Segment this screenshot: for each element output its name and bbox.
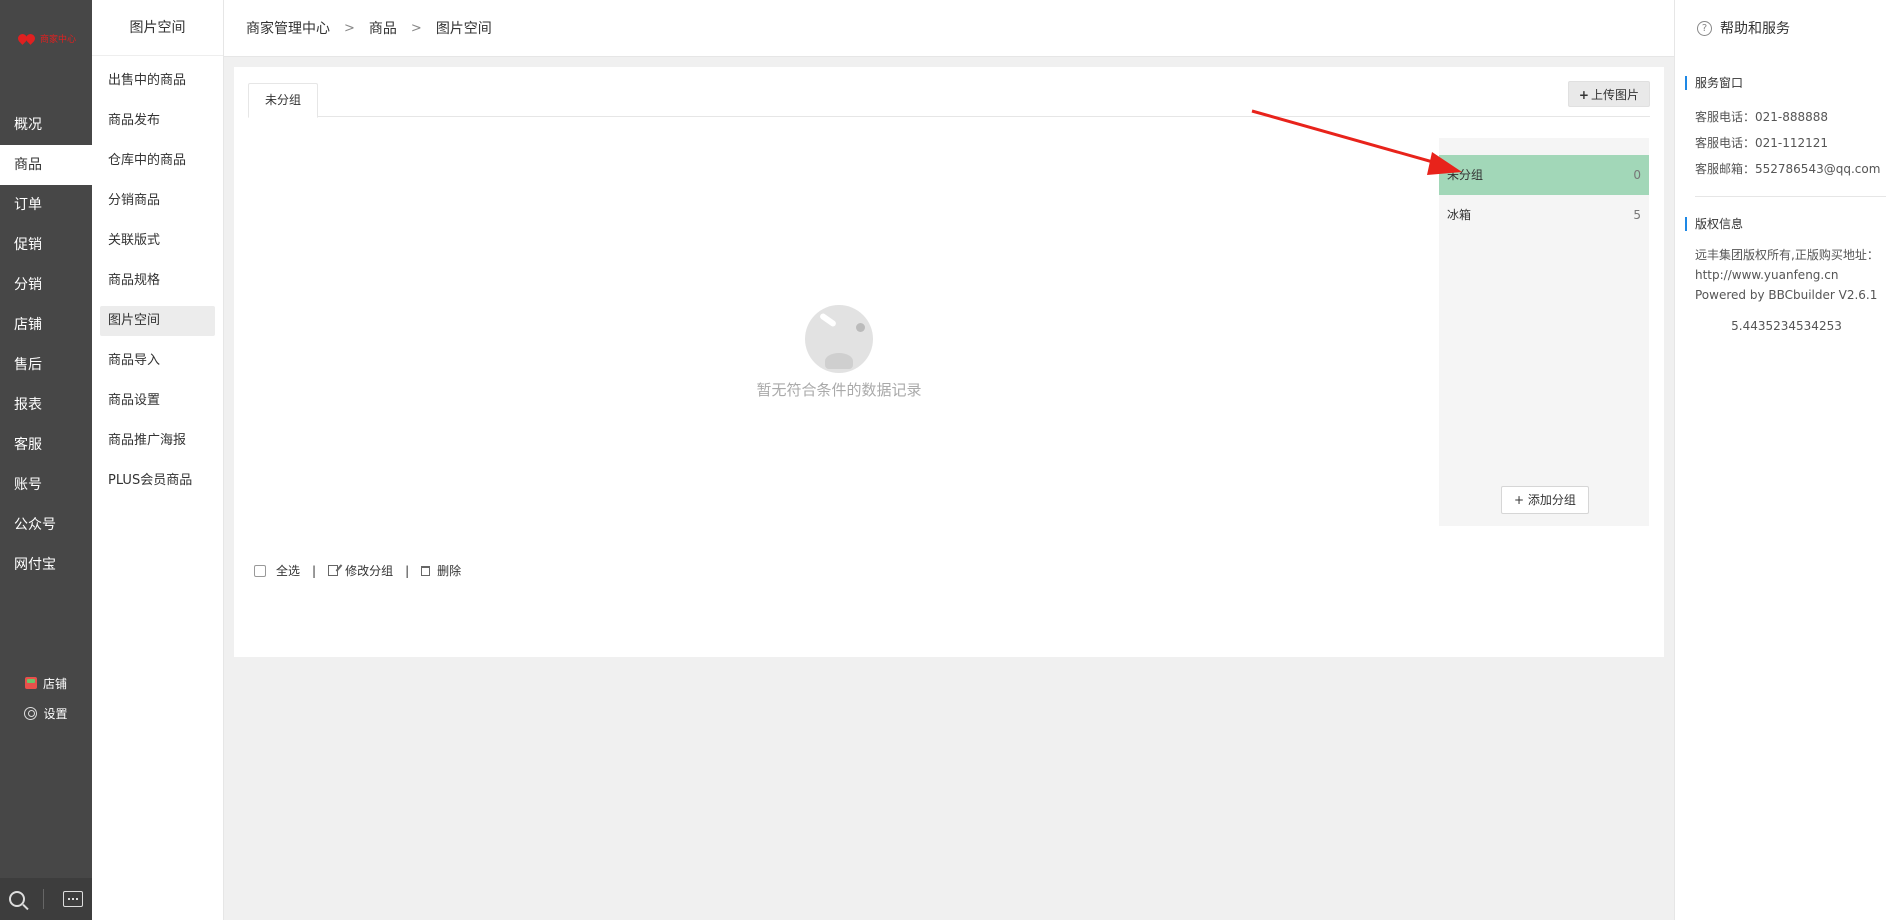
select-all-checkbox[interactable]	[254, 564, 266, 577]
chat-icon[interactable]	[62, 891, 83, 907]
main-nav-item-overview[interactable]: 概况	[0, 105, 92, 145]
main-nav: 概况 商品 订单 促销 分销 店铺 售后 报表 客服 账号 公众号 网付宝	[0, 105, 92, 585]
group-count: 0	[1633, 168, 1641, 182]
sub-sidebar: 图片空间 出售中的商品 商品发布 仓库中的商品 分销商品 关联版式 商品规格 图…	[92, 0, 224, 920]
main-nav-item-orders[interactable]: 订单	[0, 185, 92, 225]
sub-nav-item-on-sale[interactable]: 出售中的商品	[100, 66, 215, 96]
service-info: 客服电话：021-888888 客服电话：021-112121 客服邮箱：552…	[1675, 90, 1898, 182]
edit-group-link[interactable]: 修改分组	[345, 562, 393, 579]
sub-nav-item-image-space[interactable]: 图片空间	[100, 306, 215, 336]
group-list-panel: 未分组 0 冰箱 5 + 添加分组	[1439, 138, 1649, 526]
settings-link[interactable]: 设置	[0, 698, 92, 728]
service-section-title: 服务窗口	[1685, 76, 1898, 90]
copyright-section-title: 版权信息	[1685, 217, 1898, 231]
main-nav-item-promotion[interactable]: 促销	[0, 225, 92, 265]
group-item-fridge[interactable]: 冰箱 5	[1439, 195, 1649, 235]
sub-nav-item-settings[interactable]: 商品设置	[100, 386, 215, 416]
main-nav-item-reports[interactable]: 报表	[0, 385, 92, 425]
group-name: 未分组	[1447, 168, 1484, 182]
service-email: 客服邮箱：552786543@qq.com	[1695, 162, 1881, 176]
sub-sidebar-title: 图片空间	[92, 0, 223, 56]
group-item-ungrouped[interactable]: 未分组 0	[1439, 155, 1649, 195]
copyright-owner: 远丰集团版权所有,正版购买地址：http://www.yuanfeng.cn	[1695, 248, 1879, 282]
upload-image-button[interactable]: + 上传图片	[1567, 81, 1650, 107]
main-sidebar: 商家中心 概况 商品 订单 促销 分销 店铺 售后 报表 客服 账号 公众号 网…	[0, 0, 92, 920]
tab-bar: 未分组	[248, 83, 1650, 118]
breadcrumb-separator: >	[344, 20, 355, 36]
tab-ungrouped[interactable]: 未分组	[248, 83, 319, 118]
sub-nav-list: 出售中的商品 商品发布 仓库中的商品 分销商品 关联版式 商品规格 图片空间 商…	[92, 56, 223, 496]
sub-nav-item-publish[interactable]: 商品发布	[100, 106, 215, 136]
add-group-button[interactable]: + 添加分组	[1501, 486, 1589, 514]
main-nav-item-account[interactable]: 账号	[0, 465, 92, 505]
sub-nav-item-specs[interactable]: 商品规格	[100, 266, 215, 296]
shop-link-label: 店铺	[42, 676, 67, 691]
delete-link[interactable]: 删除	[437, 562, 461, 579]
logo-icon	[18, 34, 36, 44]
main-nav-item-shop[interactable]: 店铺	[0, 305, 92, 345]
logo-text: 商家中心	[40, 35, 77, 45]
main-nav-item-after-sales[interactable]: 售后	[0, 345, 92, 385]
help-divider	[1695, 196, 1886, 197]
breadcrumb-item-image-space: 图片空间	[435, 21, 492, 37]
breadcrumb: 商家管理中心 > 商品 > 图片空间	[224, 0, 1674, 57]
plus-icon: +	[1578, 88, 1589, 102]
service-phone-1: 客服电话：021-888888	[1695, 110, 1829, 124]
breadcrumb-item-goods[interactable]: 商品	[369, 18, 397, 38]
gear-icon	[24, 706, 38, 720]
sub-nav-item-import[interactable]: 商品导入	[100, 346, 215, 376]
settings-link-label: 设置	[43, 706, 68, 721]
powered-by: Powered by BBCbuilder V2.6.1	[1695, 288, 1878, 302]
main-nav-item-official-account[interactable]: 公众号	[0, 505, 92, 545]
sub-nav-item-related-layout[interactable]: 关联版式	[100, 226, 215, 256]
shop-icon	[24, 677, 37, 689]
brand-logo[interactable]: 商家中心	[18, 32, 76, 45]
help-header[interactable]: ? 帮助和服务	[1675, 0, 1898, 56]
main-nav-item-wangfubao[interactable]: 网付宝	[0, 545, 92, 585]
upload-image-label: 上传图片	[1590, 88, 1639, 102]
help-panel: ? 帮助和服务 服务窗口 客服电话：021-888888 客服电话：021-11…	[1674, 0, 1898, 920]
select-all-label[interactable]: 全选	[276, 562, 300, 579]
shop-link[interactable]: 店铺	[0, 668, 92, 698]
main-nav-item-customer-service[interactable]: 客服	[0, 425, 92, 465]
group-count: 5	[1633, 208, 1641, 222]
sub-nav-item-warehouse[interactable]: 仓库中的商品	[100, 146, 215, 176]
edit-icon	[328, 565, 339, 576]
question-icon: ?	[1697, 20, 1712, 36]
main-nav-item-distribution[interactable]: 分销	[0, 265, 92, 305]
help-title: 帮助和服务	[1720, 21, 1790, 37]
main-nav-item-goods[interactable]: 商品	[0, 145, 92, 185]
trash-icon	[421, 565, 431, 576]
image-space-panel: 未分组 + 上传图片 暂无符合条件的数据记录 未分组 0 冰箱 5 + 添加分组 …	[234, 67, 1664, 657]
service-phone-2: 客服电话：021-112121	[1695, 136, 1829, 150]
sub-nav-item-plus-member[interactable]: PLUS会员商品	[100, 466, 215, 496]
copyright-number: 5.4435234534253	[1731, 319, 1842, 333]
group-name: 冰箱	[1447, 208, 1472, 222]
search-icon[interactable]	[9, 891, 26, 907]
empty-state: 暂无符合条件的数据记录	[744, 305, 934, 400]
breadcrumb-item-center[interactable]: 商家管理中心	[246, 18, 330, 38]
empty-state-illustration	[805, 305, 873, 373]
nav-bottom-links: 店铺 设置	[0, 668, 92, 728]
empty-state-text: 暂无符合条件的数据记录	[756, 381, 922, 399]
bulk-actions: 全选 | 修改分组 | 删除	[254, 562, 461, 579]
copyright-info: 远丰集团版权所有,正版购买地址：http://www.yuanfeng.cn P…	[1675, 231, 1898, 305]
sub-nav-item-poster[interactable]: 商品推广海报	[100, 426, 215, 456]
nav-footer	[0, 878, 92, 920]
sub-nav-item-distribution-goods[interactable]: 分销商品	[100, 186, 215, 216]
breadcrumb-separator: >	[410, 20, 422, 36]
footer-divider	[43, 889, 45, 909]
